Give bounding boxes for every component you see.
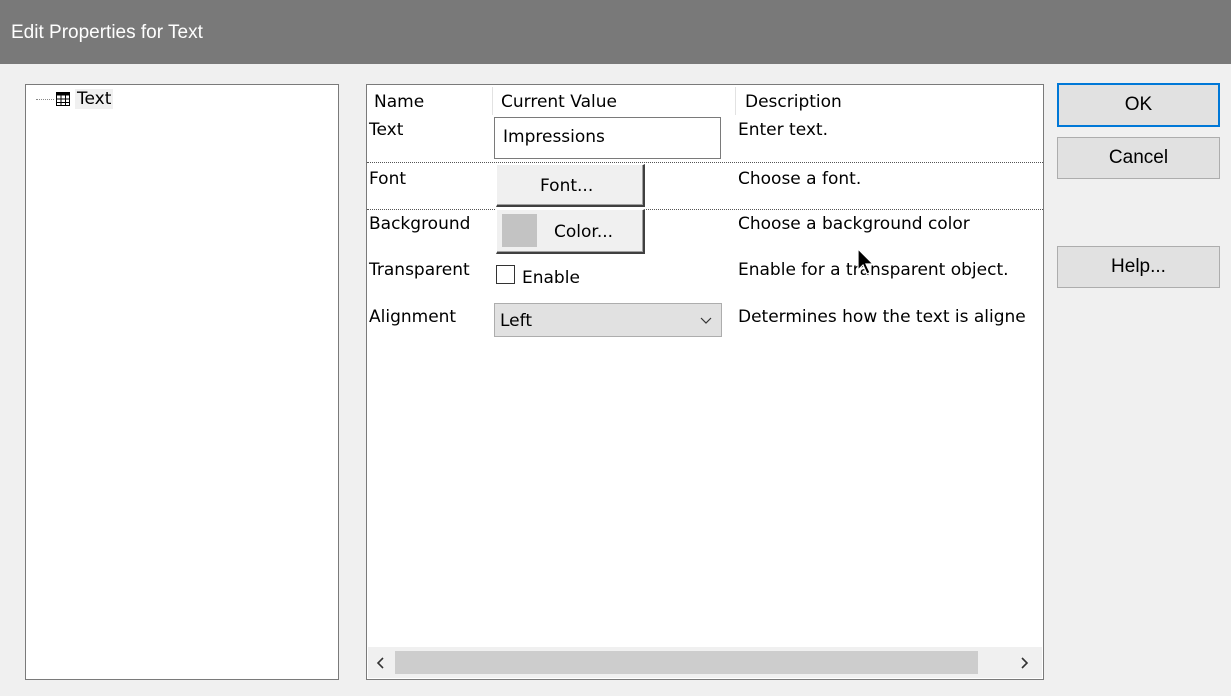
color-swatch	[502, 214, 537, 247]
focus-rect-top	[367, 162, 1043, 163]
mouse-cursor-icon	[857, 248, 875, 275]
help-button-label: Help...	[1111, 256, 1166, 277]
help-button[interactable]: Help...	[1057, 246, 1220, 288]
scrollbar-thumb[interactable]	[395, 651, 978, 674]
cancel-button-label: Cancel	[1108, 147, 1169, 168]
cancel-button[interactable]: Cancel	[1057, 137, 1220, 179]
enable-checkbox[interactable]	[496, 265, 515, 284]
column-divider[interactable]	[735, 87, 736, 115]
alignment-value: Left	[500, 311, 532, 331]
color-button-label: Color...	[554, 222, 614, 242]
scroll-left-icon[interactable]	[376, 657, 384, 669]
ok-button[interactable]: OK	[1057, 83, 1220, 127]
scroll-right-icon[interactable]	[1021, 657, 1029, 669]
object-tree[interactable]: Text	[25, 84, 339, 680]
focus-rect-bottom	[367, 209, 1043, 210]
text-value: Impressions	[503, 127, 605, 147]
property-name-text: Text	[369, 120, 404, 140]
property-description-font: Choose a font.	[738, 169, 862, 189]
column-header-current-value[interactable]: Current Value	[501, 92, 617, 112]
title-bar: Edit Properties for Text	[0, 0, 1231, 64]
font-button[interactable]: Font...	[496, 164, 645, 207]
text-value-input[interactable]: Impressions	[494, 117, 721, 159]
tree-item-label: Text	[75, 89, 114, 109]
property-description-alignment: Determines how the text is aligne	[738, 307, 1026, 327]
property-name-transparent: Transparent	[369, 260, 470, 280]
color-button[interactable]: Color...	[496, 209, 645, 254]
chevron-down-icon	[700, 317, 712, 324]
property-name-font: Font	[369, 169, 407, 189]
window-title: Edit Properties for Text	[11, 22, 203, 43]
ok-button-label: OK	[1124, 94, 1153, 115]
column-header-name[interactable]: Name	[374, 92, 424, 112]
enable-checkbox-label[interactable]: Enable	[522, 268, 580, 288]
property-description-background: Choose a background color	[738, 214, 970, 234]
horizontal-scrollbar[interactable]	[368, 647, 1042, 678]
column-divider[interactable]	[492, 87, 493, 115]
property-name-alignment: Alignment	[369, 307, 457, 327]
property-description-text: Enter text.	[738, 120, 828, 140]
column-header-description[interactable]: Description	[745, 92, 842, 112]
alignment-dropdown[interactable]: Left	[494, 303, 722, 337]
property-grid[interactable]: Name Current Value Description Text Impr…	[366, 84, 1044, 680]
tree-connector	[36, 98, 54, 100]
font-button-label: Font...	[540, 176, 594, 196]
table-icon	[56, 92, 70, 106]
property-name-background: Background	[369, 214, 471, 234]
tree-item-text[interactable]: Text	[36, 89, 114, 109]
